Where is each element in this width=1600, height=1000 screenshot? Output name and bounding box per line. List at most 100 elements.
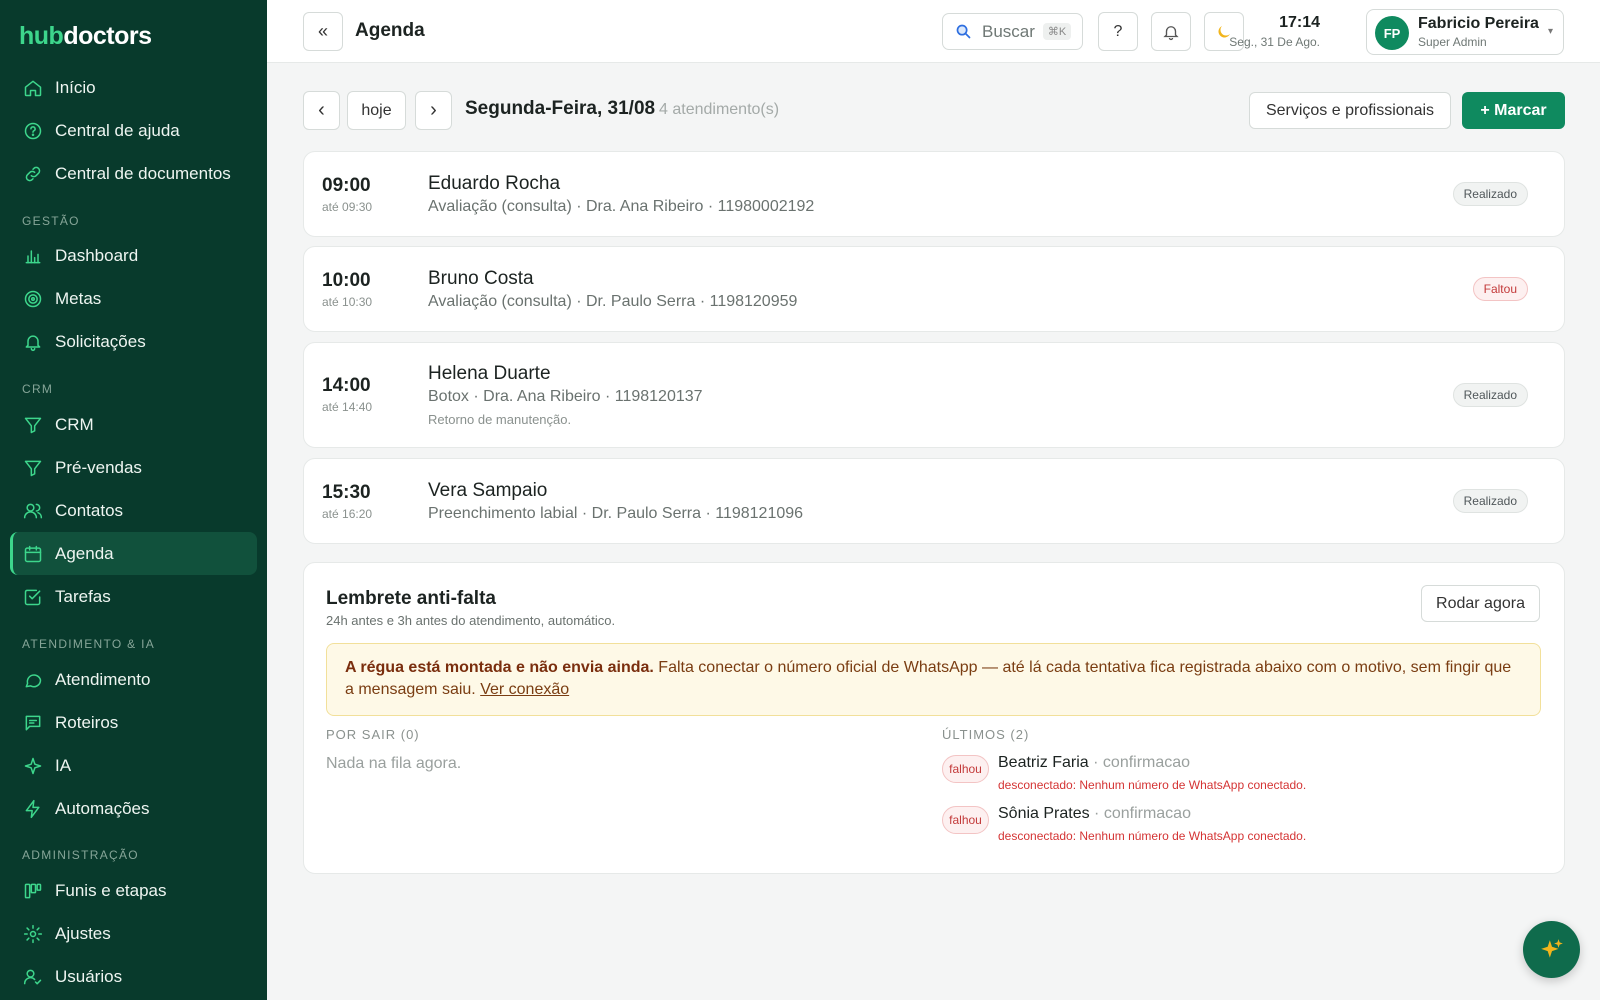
notifications-button[interactable] <box>1151 12 1191 51</box>
failed-badge: falhou <box>942 806 989 834</box>
sidebar-item-label: Solicitações <box>55 331 146 351</box>
ai-assistant-button[interactable] <box>1523 921 1580 978</box>
sidebar-item-label: Funis e etapas <box>55 880 167 900</box>
filter-icon <box>23 415 43 435</box>
new-appointment-button[interactable]: + Marcar <box>1462 92 1565 129</box>
next-day-button[interactable]: › <box>415 91 452 130</box>
sidebar-item-ajustes[interactable]: Ajustes <box>10 912 257 955</box>
sidebar-item-label: Agenda <box>55 543 114 563</box>
sidebar-item-label: Roteiros <box>55 712 119 732</box>
reminder-title: Lembrete anti-falta <box>326 588 496 609</box>
sidebar-item-funis-e-etapas[interactable]: Funis e etapas <box>10 869 257 912</box>
appointment-card[interactable]: 15:30 até 16:20 Vera Sampaio Preenchimen… <box>303 458 1565 544</box>
services-professionals-button[interactable]: Serviços e profissionais <box>1249 92 1451 129</box>
avatar: FP <box>1375 16 1409 50</box>
sidebar-item-central-de-ajuda[interactable]: Central de ajuda <box>10 109 257 152</box>
main-content: ‹ hoje › Segunda-Feira, 31/08 4 atendime… <box>267 63 1600 1000</box>
appointment-end: até 10:30 <box>322 295 373 309</box>
sidebar-item-tarefas[interactable]: Tarefas <box>10 575 257 618</box>
target-icon <box>23 289 43 309</box>
sidebar-item-automacoes[interactable]: Automações <box>10 787 257 830</box>
appointment-details: Avaliação (consulta) · Dra. Ana Ribeiro … <box>428 198 815 215</box>
queue-empty-text: Nada na fila agora. <box>326 755 462 772</box>
sidebar-item-label: Automações <box>55 798 150 818</box>
reminder-panel: Lembrete anti-falta 24h antes e 3h antes… <box>303 562 1565 874</box>
status-badge: Realizado <box>1452 383 1528 407</box>
sidebar-item-dashboard[interactable]: Dashboard <box>10 234 257 277</box>
sidebar-item-crm[interactable]: CRM <box>10 403 257 446</box>
sidebar-item-label: IA <box>55 755 72 775</box>
help-button[interactable]: ? <box>1098 12 1138 51</box>
view-connection-link[interactable]: Ver conexão <box>480 681 569 698</box>
user-role: Super Admin <box>1418 35 1487 49</box>
sidebar-item-contatos[interactable]: Contatos <box>10 489 257 532</box>
sidebar-item-label: CRM <box>55 414 94 434</box>
appointment-time: 15:30 <box>322 482 371 503</box>
user-name: Fabricio Pereira <box>1418 15 1539 32</box>
page-title: Agenda <box>355 20 425 41</box>
appointment-time: 14:00 <box>322 375 371 396</box>
appointment-end: até 16:20 <box>322 507 373 521</box>
sidebar: hubdoctors Início Central de ajuda Centr… <box>0 0 267 1000</box>
sidebar-item-usuarios[interactable]: Usuários <box>10 955 257 998</box>
section-title-crm: CRM <box>22 382 54 396</box>
chevron-down-icon: ▾ <box>1547 26 1553 37</box>
appointment-card[interactable]: 09:00 até 09:30 Eduardo Rocha Avaliação … <box>303 151 1565 237</box>
sidebar-item-agenda[interactable]: Agenda <box>10 532 257 575</box>
sidebar-item-label: Metas <box>55 288 102 308</box>
kanban-icon <box>23 881 43 901</box>
appointment-details: Preenchimento labial · Dr. Paulo Serra ·… <box>428 505 804 522</box>
appointment-note: Retorno de manutenção. <box>428 412 572 427</box>
top-bar: « Agenda Buscar ⌘K ? 17:14 Seg., 31 De A… <box>267 0 1600 63</box>
previous-day-button[interactable]: ‹ <box>303 91 340 130</box>
patient-name: Helena Duarte <box>428 363 551 384</box>
status-badge: Realizado <box>1452 489 1528 513</box>
help-circle-icon <box>23 121 43 141</box>
clock-time: 17:14 <box>1279 14 1320 31</box>
sparkle-icon <box>23 756 43 776</box>
sidebar-item-solicitacoes[interactable]: Solicitações <box>10 320 257 363</box>
failed-badge: falhou <box>942 755 989 783</box>
recent-title: ÚLTIMOS (2) <box>942 727 1030 742</box>
appointment-card[interactable]: 10:00 até 10:30 Bruno Costa Avaliação (c… <box>303 246 1565 332</box>
users-icon <box>23 501 43 521</box>
warning-headline: A régua está montada e não envia ainda. <box>345 659 654 676</box>
appointment-time: 09:00 <box>322 175 371 196</box>
queue-title: POR SAIR (0) <box>326 727 420 742</box>
log-entry-name: Beatriz Faria · confirmacao <box>998 754 1191 771</box>
sidebar-item-label: Atendimento <box>55 669 151 689</box>
sparkle-icon <box>1539 937 1565 963</box>
user-check-icon <box>23 967 43 987</box>
sidebar-item-pre-vendas[interactable]: Pré-vendas <box>10 446 257 489</box>
search-button[interactable]: Buscar ⌘K <box>942 13 1083 50</box>
bell-icon <box>23 332 43 352</box>
sidebar-item-atendimento[interactable]: Atendimento <box>10 658 257 701</box>
sidebar-item-label: Central de ajuda <box>55 120 180 140</box>
status-badge: Faltou <box>1472 277 1528 301</box>
user-menu[interactable]: FP Fabricio Pereira Super Admin ▾ <box>1366 9 1564 55</box>
sidebar-item-metas[interactable]: Metas <box>10 277 257 320</box>
chat-bubble-icon <box>23 670 43 690</box>
section-title-administracao: ADMINISTRAÇÃO <box>22 848 139 862</box>
log-entry-error: desconectado: Nenhum número de WhatsApp … <box>998 778 1307 792</box>
sidebar-item-label: Pré-vendas <box>55 457 142 477</box>
whatsapp-warning: A régua está montada e não envia ainda. … <box>326 643 1541 716</box>
brand-logo[interactable]: hubdoctors <box>19 22 152 51</box>
today-button[interactable]: hoje <box>347 91 406 130</box>
status-badge: Realizado <box>1452 182 1528 206</box>
appointment-time: 10:00 <box>322 270 371 291</box>
sidebar-item-ia[interactable]: IA <box>10 744 257 787</box>
clock-date: Seg., 31 De Ago. <box>1229 35 1320 49</box>
gear-icon <box>23 924 43 944</box>
home-icon <box>23 78 43 98</box>
appointment-end: até 09:30 <box>322 200 373 214</box>
appointment-details: Avaliação (consulta) · Dr. Paulo Serra ·… <box>428 293 798 310</box>
sidebar-item-central-de-documentos[interactable]: Central de documentos <box>10 152 257 195</box>
appointment-count: 4 atendimento(s) <box>659 101 780 118</box>
appointment-card[interactable]: 14:00 até 14:40 Helena Duarte Botox · Dr… <box>303 342 1565 448</box>
run-now-button[interactable]: Rodar agora <box>1421 585 1540 622</box>
sidebar-item-inicio[interactable]: Início <box>10 66 257 109</box>
sidebar-item-roteiros[interactable]: Roteiros <box>10 701 257 744</box>
section-title-gestao: GESTÃO <box>22 214 80 228</box>
collapse-sidebar-button[interactable]: « <box>303 12 343 51</box>
